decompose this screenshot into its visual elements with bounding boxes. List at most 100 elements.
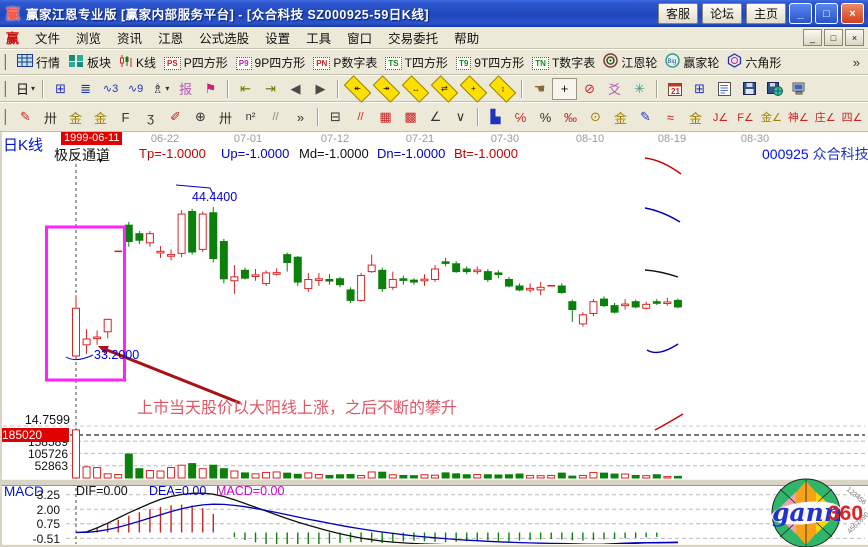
gann-fence-tool[interactable]: 卅: [38, 106, 63, 128]
maximize-button[interactable]: □: [815, 3, 838, 24]
toolbar-button-hexagon[interactable]: 六角形: [723, 51, 785, 73]
more-tools-button[interactable]: »: [288, 106, 313, 128]
gold-fence-tool[interactable]: 金: [63, 106, 88, 128]
n-square-tool[interactable]: n²: [238, 106, 263, 128]
analysis-tool[interactable]: ✳: [627, 78, 652, 100]
chart-window-icon[interactable]: ⊞: [48, 78, 73, 100]
flask-icon[interactable]: ♗▾: [148, 78, 173, 100]
toolbar-button-tn[interactable]: TNT数字表: [528, 52, 599, 73]
wave-9-icon[interactable]: ∿9: [123, 78, 148, 100]
gold-fence-2-tool[interactable]: 金: [88, 106, 113, 128]
plain-fence-tool[interactable]: 卅: [213, 106, 238, 128]
red-marker-tool[interactable]: ✐: [163, 106, 188, 128]
percent-tool[interactable]: %: [533, 106, 558, 128]
wave-3-icon[interactable]: ∿3: [98, 78, 123, 100]
wave-box-tool[interactable]: ≈: [658, 106, 683, 128]
toolbar-button-kline[interactable]: K线: [115, 52, 160, 73]
gold-line-tool[interactable]: 金: [608, 106, 633, 128]
first-bar-button[interactable]: ⇤: [233, 78, 258, 100]
circle-cross-tool[interactable]: ⊕: [188, 106, 213, 128]
crosshair-tool[interactable]: +: [552, 78, 577, 100]
angle-lines-tool[interactable]: ∠: [423, 106, 448, 128]
close-button[interactable]: ×: [841, 3, 864, 24]
next-bar-button[interactable]: ▶: [308, 78, 333, 100]
zoom-vertical-icon[interactable]: ↕: [489, 75, 517, 103]
parallel-lines-tool[interactable]: //: [263, 106, 288, 128]
toolbar-button-quote-table[interactable]: 行情: [13, 52, 64, 73]
zoom-swap-icon[interactable]: ⇄: [431, 75, 459, 103]
flag-icon[interactable]: ⚑: [198, 78, 223, 100]
gold-circle-tool[interactable]: ⊙: [583, 106, 608, 128]
homepage-button[interactable]: 主页: [746, 3, 786, 24]
prev-bar-button[interactable]: ◀: [283, 78, 308, 100]
spiral-tool[interactable]: ʒ: [138, 106, 163, 128]
menu-item-9[interactable]: 交易委托: [380, 26, 446, 49]
save-web-icon[interactable]: [762, 78, 787, 100]
toolbar-grip[interactable]: [4, 54, 9, 70]
zoom-right-icon[interactable]: ↠: [373, 75, 401, 103]
title-bar[interactable]: 赢 赢家江恩专业版 [赢家内部服务平台] - [众合科技 SZ000925-59…: [0, 0, 868, 27]
pointer-ban-tool[interactable]: ⊘: [577, 78, 602, 100]
red-pen-tool[interactable]: ✎: [13, 106, 38, 128]
toolbar-overflow-button[interactable]: »: [847, 55, 866, 70]
gold-angle-tool[interactable]: 金∠: [758, 106, 785, 128]
period-day-selector[interactable]: 日▾: [13, 78, 38, 100]
menu-item-4[interactable]: 江恩: [150, 26, 191, 49]
notepad-icon[interactable]: [712, 78, 737, 100]
info-list-icon[interactable]: ≣: [73, 78, 98, 100]
mdi-close-button[interactable]: ×: [845, 29, 864, 46]
gann-char-icon[interactable]: 报: [173, 78, 198, 100]
toolbar-button-ts[interactable]: TST四方形: [381, 52, 452, 73]
menu-item-10[interactable]: 帮助: [446, 26, 487, 49]
service-button[interactable]: 客服: [658, 3, 698, 24]
mdi-restore-button[interactable]: □: [824, 29, 843, 46]
toolbar-grip[interactable]: [4, 81, 9, 97]
menu-item-6[interactable]: 设置: [257, 26, 298, 49]
toolbar-grip[interactable]: [4, 109, 9, 125]
zoom-left-icon[interactable]: ↞: [344, 75, 372, 103]
percent-line-tool[interactable]: ℅: [508, 106, 533, 128]
mdi-minimize-button[interactable]: _: [803, 29, 822, 46]
kline-type-label[interactable]: 日K线: [3, 134, 43, 155]
toolbar-button-gann-wheel[interactable]: 江恩轮: [599, 51, 661, 73]
blue-pen-tool[interactable]: ✎: [633, 106, 658, 128]
menu-item-8[interactable]: 窗口: [339, 26, 380, 49]
indicator-dropdown-icon[interactable]: ▼: [97, 158, 104, 165]
si-angle-tool[interactable]: 四∠: [839, 106, 866, 128]
zhuang-angle-tool[interactable]: 庄∠: [812, 106, 839, 128]
toolbar-button-t9[interactable]: T99T四方形: [452, 52, 528, 73]
menu-item-3[interactable]: 资讯: [109, 26, 150, 49]
grid-box-tool[interactable]: ▦: [373, 106, 398, 128]
zoom-extend-icon[interactable]: ↔: [402, 75, 430, 103]
rect-handle-tool[interactable]: ⊟: [323, 106, 348, 128]
menu-item-1[interactable]: 文件: [27, 26, 68, 49]
toolbar-button-p9[interactable]: P99P四方形: [232, 52, 309, 73]
permille-tool[interactable]: ‰: [558, 106, 583, 128]
save-icon[interactable]: [737, 78, 762, 100]
last-bar-button[interactable]: ⇥: [258, 78, 283, 100]
chart-area[interactable]: 日K线 1999-06-11 06-2207-0107-1207-2107-30…: [0, 132, 868, 547]
toolbar-button-ps[interactable]: PSP四方形: [160, 52, 232, 73]
menu-item-7[interactable]: 工具: [298, 26, 339, 49]
minimize-button[interactable]: _: [789, 3, 812, 24]
toolbar-button-sectors[interactable]: 板块: [64, 52, 115, 73]
meter-tool[interactable]: ▙: [483, 106, 508, 128]
f-angle-tool[interactable]: F∠: [733, 106, 758, 128]
menu-item-5[interactable]: 公式选股: [191, 26, 257, 49]
toolbar-button-pn[interactable]: PNP数字表: [309, 52, 381, 73]
f-fence-tool[interactable]: F: [113, 106, 138, 128]
dense-grid-tool[interactable]: ▩: [398, 106, 423, 128]
shen-angle-tool[interactable]: 神∠: [785, 106, 812, 128]
forum-button[interactable]: 论坛: [702, 3, 742, 24]
menu-item-2[interactable]: 浏览: [68, 26, 109, 49]
calendar-icon[interactable]: 21: [662, 78, 687, 100]
pane-splitter[interactable]: [0, 479, 868, 486]
toolbar-button-winner-wheel[interactable]: Big赢家轮: [661, 51, 723, 73]
hand-tool[interactable]: ☚: [527, 78, 552, 100]
gold-2-tool[interactable]: 金: [683, 106, 708, 128]
vee-tool[interactable]: ∨: [448, 106, 473, 128]
workstation-icon[interactable]: [787, 78, 812, 100]
j-angle-tool[interactable]: J∠: [708, 106, 733, 128]
gann-grid-tool[interactable]: 爻: [602, 78, 627, 100]
data-table-icon[interactable]: ⊞: [687, 78, 712, 100]
